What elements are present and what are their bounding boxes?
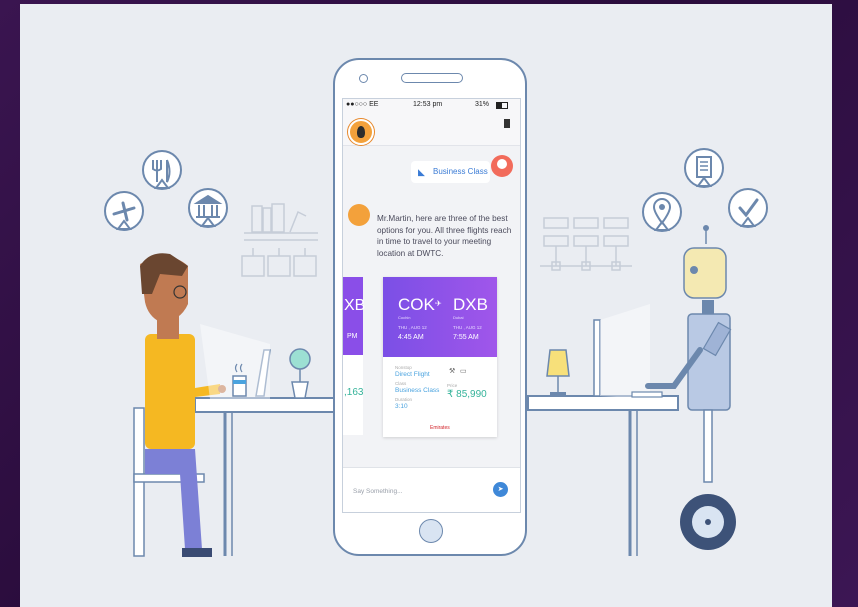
- class-value: Business Class: [395, 387, 440, 394]
- flight-card-header: [343, 277, 363, 355]
- plant: [289, 348, 311, 370]
- bot-message-text: Mr.Martin, here are three of the best op…: [377, 214, 512, 258]
- user-message-text: Business Class: [433, 167, 488, 176]
- seat-icon: ◣: [418, 167, 425, 177]
- status-bar: ●●○○○ EE 12:53 pm 31%: [343, 99, 520, 111]
- battery-icon: [496, 102, 508, 109]
- battery-percent: 31%: [475, 101, 490, 108]
- left-desk: [194, 397, 336, 413]
- camera: [359, 74, 368, 83]
- bot-avatar[interactable]: [348, 119, 374, 145]
- destination-city: Dubai: [453, 315, 464, 320]
- destination-code: DXB: [453, 295, 488, 314]
- chat-screen: ●●○○○ EE 12:53 pm 31% Business Class ◣ M…: [342, 98, 521, 513]
- flight-card-previous[interactable]: XB PM ,163: [343, 277, 366, 435]
- previous-card-code: XB: [344, 297, 366, 314]
- message-input-bar: Say Something... ➤: [343, 467, 520, 512]
- check-icon: [728, 188, 768, 228]
- message-input[interactable]: Say Something...: [353, 488, 403, 495]
- duration-caption: Duration: [395, 397, 413, 402]
- document-icon: [684, 148, 724, 188]
- network-diagram: [540, 217, 632, 271]
- stops-caption: Nonstop: [395, 365, 412, 370]
- status-time: 12:53 pm: [413, 101, 443, 108]
- send-icon[interactable]: ➤: [493, 482, 508, 497]
- chat-header: [343, 111, 520, 146]
- bag-icon: ▭: [460, 368, 467, 375]
- phone-mockup: ●●○○○ EE 12:53 pm 31% Business Class ◣ M…: [333, 58, 527, 556]
- home-button[interactable]: [419, 519, 443, 543]
- origin-city: Cochin: [398, 315, 411, 320]
- right-desk: [527, 395, 679, 411]
- location-pin-icon: [642, 192, 682, 232]
- arrive-time: 7:55 AM: [453, 334, 479, 341]
- airplane-icon: ✈: [435, 299, 442, 308]
- class-caption: Class: [395, 381, 407, 386]
- book-icon[interactable]: [504, 119, 510, 128]
- stops-value: Direct Flight: [395, 371, 430, 378]
- arrive-date: THU , AUG 12: [453, 325, 482, 330]
- price-caption: Price: [447, 383, 458, 388]
- lamp: [546, 349, 570, 377]
- monitor-right: [593, 319, 601, 397]
- robot-illustration: [645, 225, 736, 550]
- coffee-cup: [232, 375, 247, 397]
- depart-date: THU , AUG 12: [398, 325, 427, 330]
- user-avatar: [491, 155, 513, 177]
- previous-card-time: PM: [347, 333, 358, 340]
- bookshelf: [241, 203, 318, 277]
- bot-message-avatar: [348, 204, 370, 226]
- carrier-signal: ●●○○○ EE: [346, 101, 379, 108]
- fork-knife-icon: [142, 150, 182, 190]
- airplane-icon: [104, 191, 144, 231]
- airline-logo: Emirates: [430, 425, 450, 431]
- previous-card-price: ,163: [344, 387, 364, 398]
- wrench-icon: ⚒: [449, 368, 456, 375]
- fare-price: ₹ 85,990: [447, 389, 487, 400]
- bank-icon: [188, 188, 228, 228]
- origin-code: COK: [398, 295, 435, 314]
- flight-card[interactable]: COK Cochin ✈ DXB Dubai THU , AUG 12 4:45…: [383, 277, 497, 437]
- speaker: [401, 73, 463, 83]
- depart-time: 4:45 AM: [398, 334, 424, 341]
- duration-value: 3:10: [395, 403, 408, 410]
